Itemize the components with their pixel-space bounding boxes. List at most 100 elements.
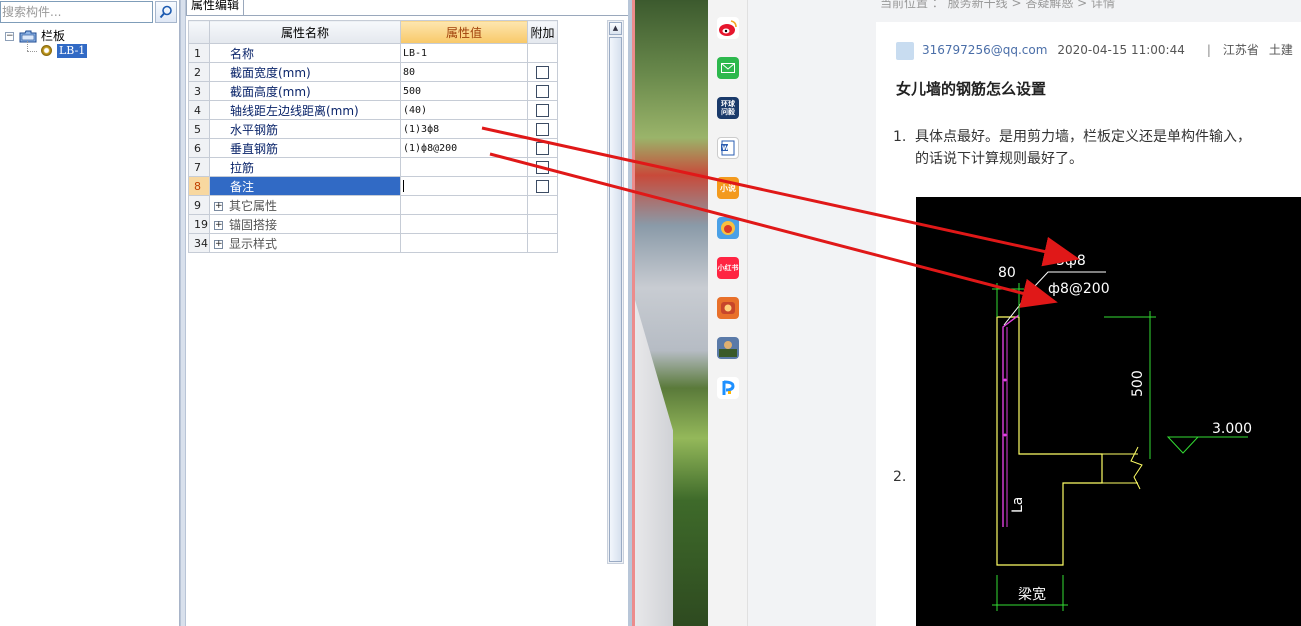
property-row-selected[interactable]: 8 备注: [188, 176, 558, 196]
globe-qa-icon[interactable]: 环球 问毅: [717, 97, 739, 119]
property-name: 水平钢筋: [209, 119, 401, 139]
header-value: 属性值: [400, 20, 528, 44]
tab-property-edit[interactable]: 属性编辑: [186, 0, 245, 16]
property-value[interactable]: LB-1: [400, 43, 528, 63]
property-group-row[interactable]: 9 + 其它属性: [188, 195, 558, 215]
property-name: 备注: [209, 176, 401, 196]
expand-icon[interactable]: +: [214, 201, 223, 211]
property-name: 垂直钢筋: [209, 138, 401, 158]
xiaohongshu-icon[interactable]: 小红书: [717, 257, 739, 279]
answer-text: 的话说下计算规则最好了。: [915, 151, 1083, 167]
breadcrumb: 当前位置 ： 服务新干线 > 答疑解惑 > 详情: [880, 0, 1115, 10]
post-datetime: 2020-04-15 11:00:44: [1057, 43, 1185, 57]
tree-connector: [27, 41, 28, 51]
property-name: 截面高度(mm): [209, 81, 401, 101]
property-value: [400, 195, 528, 215]
row-number: 4: [188, 100, 210, 120]
app-dock: 环球 问毅 W 小说 小红书: [708, 0, 748, 626]
parapet-outline: [996, 316, 1103, 566]
property-grid: 属性名称 属性值 附加 1 名称 LB-1 2 截面宽度(mm) 80 3 截面…: [188, 20, 558, 253]
meta-divider: |: [1206, 43, 1211, 57]
label-height: 500: [1130, 370, 1146, 397]
weibo-icon[interactable]: [717, 17, 739, 39]
level-symbol: [1166, 436, 1200, 454]
extra-checkbox[interactable]: [536, 66, 549, 79]
tree-connector: [27, 51, 37, 52]
label-width: 80: [998, 265, 1016, 281]
answer-number: 1.: [893, 129, 907, 145]
extra-checkbox[interactable]: [536, 104, 549, 117]
row-number: 1: [188, 43, 210, 63]
question-title: 女儿墙的钢筋怎么设置: [896, 80, 1047, 98]
extra-checkbox[interactable]: [536, 161, 549, 174]
property-value[interactable]: (1)ф8@200: [400, 138, 528, 158]
property-group-row[interactable]: 34 + 显示样式: [188, 233, 558, 253]
text-caret: [403, 180, 404, 192]
folder-icon: [19, 30, 37, 43]
property-value[interactable]: 500: [400, 81, 528, 101]
extra-cell: [527, 214, 558, 234]
game-icon[interactable]: [717, 217, 739, 239]
property-value[interactable]: [400, 157, 528, 177]
property-row[interactable]: 4 轴线距左边线距离(mm) (40): [188, 100, 558, 120]
extra-cell: [527, 195, 558, 215]
expand-icon[interactable]: +: [214, 220, 223, 230]
search-input[interactable]: 搜索构件...: [0, 1, 153, 23]
rebar-dot: [1003, 433, 1007, 437]
extra-cell: [527, 233, 558, 253]
property-value: [400, 233, 528, 253]
answer-number: 2.: [893, 469, 907, 485]
pdf-icon[interactable]: [717, 377, 739, 399]
row-number: 34: [188, 233, 210, 253]
expand-icon[interactable]: +: [214, 239, 223, 249]
property-name: 轴线距左边线距离(mm): [209, 100, 401, 120]
game2-icon[interactable]: [717, 297, 739, 319]
header-name: 属性名称: [209, 20, 401, 44]
extra-cell: [527, 43, 558, 63]
answer-text: 具体点最好。是用剪力墙，栏板定义还是单构件输入，: [915, 129, 1251, 145]
property-row[interactable]: 5 水平钢筋 (1)3ф8: [188, 119, 558, 139]
row-number: 8: [188, 176, 210, 196]
search-button[interactable]: [155, 1, 177, 23]
tree-item-lb1[interactable]: LB-1: [57, 44, 88, 58]
property-value[interactable]: (1)3ф8: [400, 119, 528, 139]
property-row[interactable]: 7 拉筋: [188, 157, 558, 177]
property-row[interactable]: 3 截面高度(mm) 500: [188, 81, 558, 101]
word-icon[interactable]: W: [717, 137, 739, 159]
property-name: 名称: [209, 43, 401, 63]
property-group-row[interactable]: 19 + 锚固搭接: [188, 214, 558, 234]
property-value-editor[interactable]: [400, 176, 528, 196]
property-name: 拉筋: [209, 157, 401, 177]
row-number: 3: [188, 81, 210, 101]
cad-drawing-image: 3ф8 80 ф8@200 500 3.000 La 梁宽: [916, 197, 1301, 626]
region: 江苏省: [1222, 43, 1259, 57]
extra-checkbox[interactable]: [536, 85, 549, 98]
row-number: 5: [188, 119, 210, 139]
vertical-scrollbar[interactable]: ▲: [607, 20, 624, 564]
extra-checkbox[interactable]: [536, 180, 549, 193]
row-number: 2: [188, 62, 210, 82]
vertical-rebar: [1002, 314, 1020, 527]
component-gear-icon: [41, 45, 52, 56]
extra-checkbox[interactable]: [536, 123, 549, 136]
novel-icon[interactable]: 小说: [717, 177, 739, 199]
property-group-name: + 锚固搭接: [209, 214, 401, 234]
extra-checkbox[interactable]: [536, 142, 549, 155]
header-num: [188, 20, 210, 44]
row-number: 6: [188, 138, 210, 158]
property-value[interactable]: (40): [400, 100, 528, 120]
property-row[interactable]: 6 垂直钢筋 (1)ф8@200: [188, 138, 558, 158]
row-number: 19: [188, 214, 210, 234]
collapse-icon[interactable]: −: [5, 32, 14, 41]
mail-icon[interactable]: [717, 57, 739, 79]
author-email[interactable]: 316797256@qq.com: [922, 43, 1047, 57]
label-beam-width: 梁宽: [1018, 586, 1046, 603]
property-row[interactable]: 2 截面宽度(mm) 80: [188, 62, 558, 82]
property-value[interactable]: 80: [400, 62, 528, 82]
tab-strip: 属性编辑: [186, 0, 628, 16]
svg-text:W: W: [722, 145, 729, 152]
property-row[interactable]: 1 名称 LB-1: [188, 43, 558, 63]
scroll-up-icon[interactable]: ▲: [609, 22, 622, 35]
game3-icon[interactable]: [717, 337, 739, 359]
scrollbar-thumb[interactable]: [609, 37, 622, 562]
